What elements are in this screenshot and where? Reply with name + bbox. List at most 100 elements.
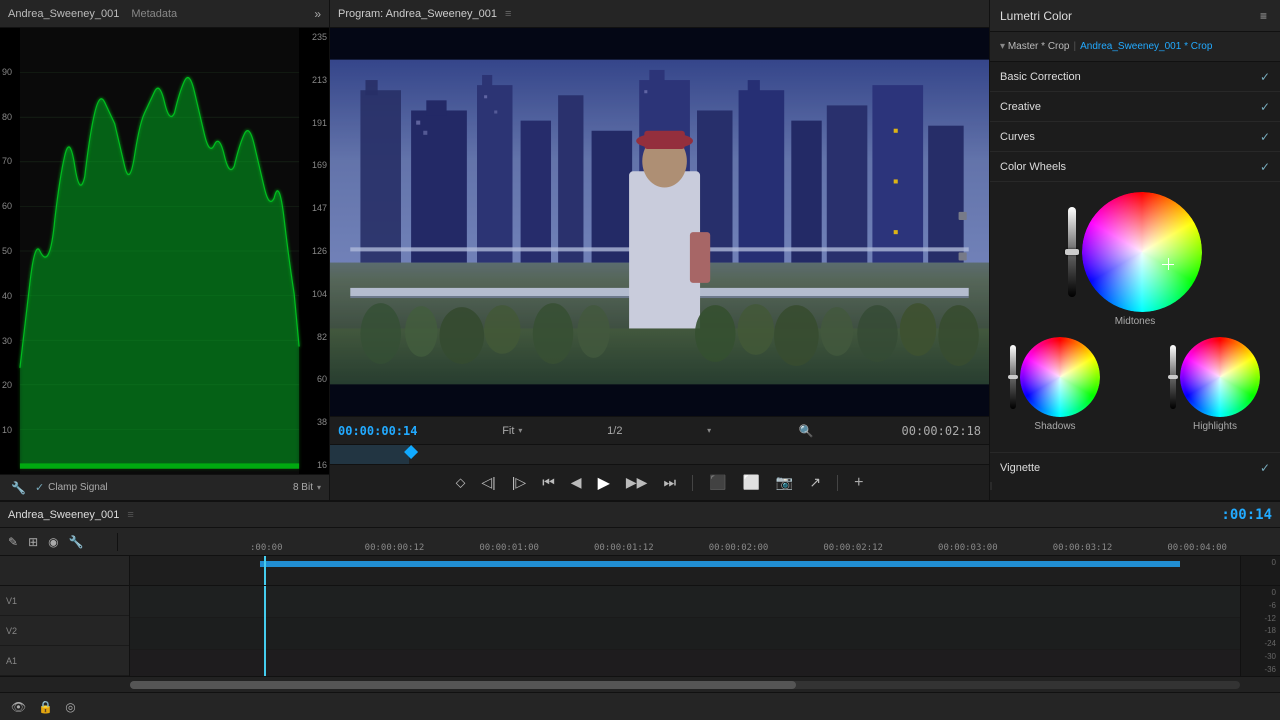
waveform-container: 90 80 70 60 50 40 30 20 10 bbox=[0, 28, 329, 474]
metadata-tab[interactable]: Metadata bbox=[131, 8, 177, 20]
bit-depth[interactable]: 8 Bit bbox=[293, 482, 313, 493]
fit-dropdown-arrow: ▾ bbox=[518, 426, 522, 435]
vignette-label: Vignette bbox=[1000, 462, 1040, 474]
bottom-tool-2[interactable]: 🔒 bbox=[35, 698, 56, 716]
play-button[interactable]: ▶ bbox=[594, 471, 614, 495]
vignette-section[interactable]: Vignette ✓ bbox=[990, 452, 1280, 482]
lumetri-menu-button[interactable]: ≡ bbox=[1257, 7, 1270, 25]
timecode-in: 00:00:00:14 bbox=[338, 424, 417, 438]
go-to-out-button[interactable]: |▷ bbox=[508, 472, 530, 493]
master-crop-tab[interactable]: ▾ Master * Crop bbox=[1000, 41, 1070, 52]
track-area bbox=[130, 586, 1240, 676]
video-frame bbox=[330, 28, 989, 416]
timeline-menu-icon[interactable]: ≡ bbox=[127, 509, 133, 521]
track-row-v1[interactable] bbox=[130, 586, 1240, 618]
program-scrub-bar[interactable] bbox=[330, 444, 989, 464]
track-header-v2[interactable]: V2 bbox=[0, 616, 129, 646]
marker-tool[interactable]: ◉ bbox=[46, 533, 60, 551]
timecode-out: 00:00:02:18 bbox=[902, 424, 981, 438]
go-to-in-button[interactable]: ◁| bbox=[477, 472, 499, 493]
highlights-slider[interactable] bbox=[1170, 345, 1176, 409]
fit-dropdown[interactable]: Fit ▾ bbox=[502, 425, 522, 437]
wrench-button[interactable]: 🔧 bbox=[8, 479, 29, 497]
clip-crop-tab[interactable]: Andrea_Sweeney_001 * Crop bbox=[1080, 41, 1212, 52]
step-forward-button[interactable]: ⏭ bbox=[659, 472, 680, 493]
curves-section[interactable]: Curves ✓ bbox=[990, 122, 1280, 152]
waveform-labels-right: 235 213 191 169 147 126 104 82 60 38 16 bbox=[309, 28, 329, 474]
highlights-wheel-container: Highlights bbox=[1170, 337, 1260, 432]
timeline-playhead-line bbox=[264, 586, 266, 676]
add-button[interactable]: + bbox=[850, 472, 867, 494]
program-transport: ⬦ ◁| |▷ ⏮ ◀ ▶ ▶▶ ⏭ ⬛ ⬜ 📷 ↗ + bbox=[330, 464, 989, 500]
color-wheels-section: Color Wheels ✓ bbox=[990, 152, 1280, 452]
meter-labels: 0 -6 -12 -18 -24 -30 -36 bbox=[1241, 586, 1280, 676]
step-back-button[interactable]: ⏮ bbox=[538, 472, 559, 493]
timeline-scrollbar[interactable] bbox=[0, 676, 1280, 692]
midtones-color-wheel[interactable] bbox=[1082, 192, 1202, 312]
timeline-tools-bar: ✎ ⊞ ◉ 🔧 :00:00 00:00:00:12 00:00:01:00 0… bbox=[0, 528, 1280, 556]
timeline-playhead-marker bbox=[264, 556, 266, 585]
highlights-slider-thumb[interactable] bbox=[1168, 375, 1178, 379]
shadows-slider-thumb[interactable] bbox=[1008, 375, 1018, 379]
basic-correction-label: Basic Correction bbox=[1000, 71, 1081, 83]
track-row-v2[interactable] bbox=[130, 618, 1240, 650]
scroll-thumb[interactable] bbox=[130, 681, 796, 689]
track-row-a1[interactable] bbox=[130, 650, 1240, 676]
timeline-header: Andrea_Sweeney_001 ≡ :00:14 bbox=[0, 502, 1280, 528]
shadows-color-wheel[interactable] bbox=[1020, 337, 1100, 417]
midtones-slider[interactable] bbox=[1068, 207, 1076, 297]
resolution-dropdown-arrow[interactable]: ▾ bbox=[707, 426, 711, 435]
forward-button[interactable]: ▶▶ bbox=[622, 472, 652, 493]
program-monitor-title: Program: Andrea_Sweeney_001 bbox=[338, 8, 497, 20]
track-header-v1[interactable]: V1 bbox=[0, 586, 129, 616]
bottom-tool-3[interactable]: ◎ bbox=[62, 698, 78, 716]
midtones-slider-thumb[interactable] bbox=[1065, 249, 1079, 255]
right-meter-panel: 0 -6 -12 -18 -24 -30 -36 bbox=[1240, 586, 1280, 676]
track-header-a1[interactable]: A1 bbox=[0, 646, 129, 676]
shadows-slider[interactable] bbox=[1010, 345, 1016, 409]
creative-section[interactable]: Creative ✓ bbox=[990, 92, 1280, 122]
export-button[interactable]: ↗ bbox=[805, 472, 825, 493]
clamp-signal-toggle[interactable]: ✓ Clamp Signal bbox=[35, 481, 108, 494]
program-video-area bbox=[330, 28, 989, 416]
timeline-panel: Andrea_Sweeney_001 ≡ :00:14 ✎ ⊞ ◉ 🔧 :00:… bbox=[0, 500, 1280, 720]
color-wheels-check: ✓ bbox=[1260, 160, 1270, 174]
left-panel: Andrea_Sweeney_001 Metadata » 90 80 70 6… bbox=[0, 0, 330, 500]
color-wheels-content: Midtones bbox=[990, 182, 1280, 452]
waveform-bottom-bar: 🔧 ✓ Clamp Signal 8 Bit ▾ bbox=[0, 474, 329, 500]
work-area-bar bbox=[260, 561, 1180, 567]
resolution-indicator[interactable]: 1/2 bbox=[607, 425, 622, 437]
color-wheels-label: Color Wheels bbox=[1000, 161, 1066, 173]
right-panel-meter: 0 bbox=[1240, 556, 1280, 585]
lumetri-tabs: ▾ Master * Crop | Andrea_Sweeney_001 * C… bbox=[990, 32, 1280, 62]
left-panel-header-left: Andrea_Sweeney_001 Metadata bbox=[8, 8, 177, 20]
wrench-tool[interactable]: 🔧 bbox=[67, 533, 86, 551]
lumetri-color-panel: Lumetri Color ≡ ▾ Master * Crop | Andrea… bbox=[990, 0, 1280, 500]
basic-correction-section[interactable]: Basic Correction ✓ bbox=[990, 62, 1280, 92]
export-frame-button[interactable]: 📷 bbox=[772, 472, 797, 493]
program-controls-bar: 00:00:00:14 Fit ▾ 1/2 ▾ 🔍 00:00:02:18 bbox=[330, 416, 989, 444]
zoom-button[interactable]: 🔍 bbox=[796, 422, 817, 440]
shadows-label: Shadows bbox=[1034, 421, 1075, 432]
program-monitor: Program: Andrea_Sweeney_001 ≡ bbox=[330, 0, 990, 500]
basic-correction-check: ✓ bbox=[1260, 70, 1270, 84]
highlights-color-wheel[interactable] bbox=[1180, 337, 1260, 417]
reverse-button[interactable]: ◀ bbox=[567, 472, 586, 493]
video-content-svg bbox=[330, 28, 989, 416]
lumetri-title: Lumetri Color bbox=[1000, 9, 1072, 23]
midtones-label: Midtones bbox=[1115, 316, 1156, 327]
left-panel-header: Andrea_Sweeney_001 Metadata » bbox=[0, 0, 329, 28]
pencil-tool[interactable]: ✎ bbox=[6, 533, 20, 551]
bit-depth-arrow[interactable]: ▾ bbox=[317, 483, 321, 492]
color-wheels-header[interactable]: Color Wheels ✓ bbox=[990, 152, 1280, 182]
timeline-work-area[interactable]: 0 bbox=[0, 556, 1280, 586]
program-menu-icon[interactable]: ≡ bbox=[505, 8, 511, 20]
expand-icon[interactable]: » bbox=[314, 7, 321, 21]
overwrite-button[interactable]: ⬜ bbox=[738, 472, 763, 493]
bottom-tool-1[interactable]: 👁 bbox=[8, 698, 29, 716]
track-headers: V1 V2 A1 bbox=[0, 586, 130, 676]
mark-in-button[interactable]: ⬦ bbox=[452, 472, 470, 493]
waveform-svg bbox=[0, 28, 329, 474]
grid-tool[interactable]: ⊞ bbox=[26, 533, 40, 551]
insert-button[interactable]: ⬛ bbox=[705, 472, 730, 493]
